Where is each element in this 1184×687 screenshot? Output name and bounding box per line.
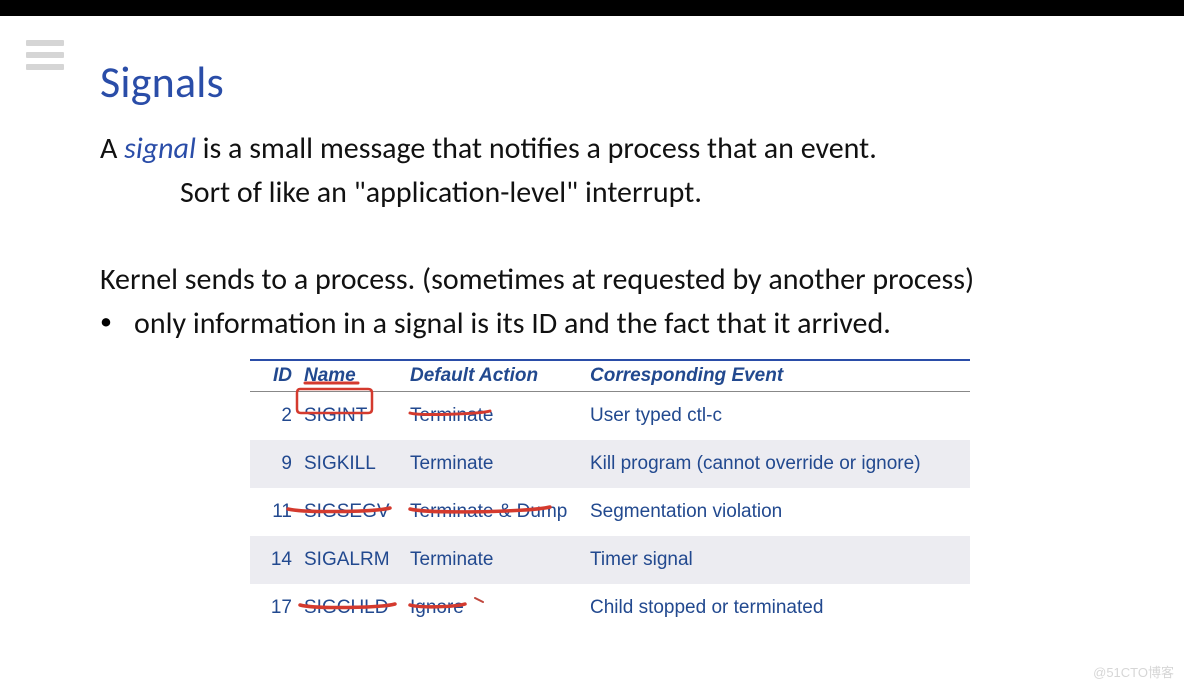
table-row: 14 SIGALRM Terminate Timer signal	[250, 536, 970, 584]
table-row: 9 SIGKILL Terminate Kill program (cannot…	[250, 440, 970, 488]
cell-name: SIGCHLD	[298, 584, 404, 632]
intro-post: is a small message that notifies a proce…	[196, 130, 877, 167]
cell-action: Terminate	[404, 440, 584, 488]
cell-event: Timer signal	[584, 536, 970, 584]
intro-term: signal	[124, 130, 196, 167]
cell-id: 17	[250, 584, 298, 632]
header-action: Default Action	[404, 360, 584, 392]
signal-table: ID Name Default Action Corresponding Eve…	[250, 359, 970, 632]
cell-action: Terminate & Dump	[404, 488, 584, 536]
cell-event: Kill program (cannot override or ignore)	[584, 440, 970, 488]
table-header-row: ID Name Default Action Corresponding Eve…	[250, 360, 970, 392]
slide-content: Signals A signal is a small message that…	[100, 55, 1084, 632]
header-event: Corresponding Event	[584, 360, 970, 392]
cell-action: Terminate	[404, 392, 584, 440]
cell-id: 11	[250, 488, 298, 536]
cell-name: SIGALRM	[298, 536, 404, 584]
intro-line-1: A signal is a small message that notifie…	[100, 127, 1084, 171]
bullet-text: only information in a signal is its ID a…	[134, 302, 891, 346]
cell-name: SIGINT	[298, 392, 404, 440]
bullet-dot: •	[100, 302, 134, 346]
cell-name: SIGSEGV	[298, 488, 404, 536]
table-row: 2 SIGINT Terminate User typed ctl-c	[250, 392, 970, 440]
hamburger-icon[interactable]	[26, 40, 64, 70]
cell-id: 14	[250, 536, 298, 584]
cell-event: Child stopped or terminated	[584, 584, 970, 632]
window-top-bar	[0, 0, 1184, 16]
intro-pre: A	[100, 130, 124, 167]
kernel-line: Kernel sends to a process. (sometimes at…	[100, 258, 1084, 302]
cell-event: User typed ctl-c	[584, 392, 970, 440]
cell-id: 2	[250, 392, 298, 440]
cell-id: 9	[250, 440, 298, 488]
header-id: ID	[250, 360, 298, 392]
cell-event: Segmentation violation	[584, 488, 970, 536]
cell-name: SIGKILL	[298, 440, 404, 488]
slide-title: Signals	[100, 55, 1084, 109]
header-name: Name	[298, 360, 404, 392]
intro-line-2: Sort of like an "application-level" inte…	[100, 171, 1084, 215]
cell-action: Ignore	[404, 584, 584, 632]
bullet-row: • only information in a signal is its ID…	[100, 302, 1084, 346]
signal-table-wrap: ID Name Default Action Corresponding Eve…	[250, 359, 970, 632]
table-row: 17 SIGCHLD Ignore Child stopped or termi…	[250, 584, 970, 632]
cell-action: Terminate	[404, 536, 584, 584]
table-row: 11 SIGSEGV Terminate & Dump Segmentation…	[250, 488, 970, 536]
watermark: @51CTO博客	[1093, 662, 1174, 681]
